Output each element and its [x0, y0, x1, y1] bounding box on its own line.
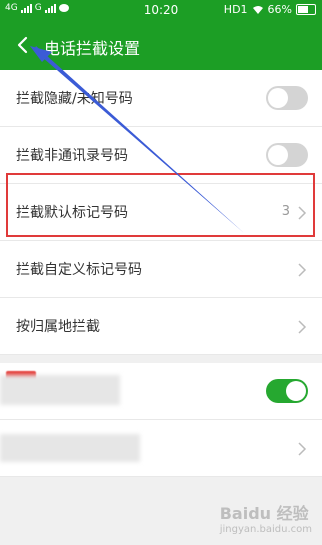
wifi-icon	[252, 5, 263, 14]
extra-settings-list	[0, 363, 322, 477]
setting-block-by-region[interactable]: 按归属地拦截	[0, 298, 322, 355]
setting-block-default-marked[interactable]: 拦截默认标记号码 3	[0, 184, 322, 241]
status-right: HD1 66%	[224, 3, 316, 16]
chevron-right-icon	[298, 320, 307, 334]
title-bar: 电话拦截设置	[0, 20, 322, 70]
setting-label: 按归属地拦截	[16, 319, 100, 335]
setting-label: 拦截隐藏/未知号码	[16, 91, 133, 107]
back-arrow-icon[interactable]	[8, 30, 38, 60]
chevron-right-icon	[298, 206, 307, 220]
page-title: 电话拦截设置	[44, 39, 141, 58]
toggle-switch-off[interactable]	[266, 86, 308, 110]
setting-block-non-contacts[interactable]: 拦截非通讯录号码	[0, 127, 322, 184]
setting-label: 拦截自定义标记号码	[16, 262, 142, 278]
toggle-switch-on[interactable]	[266, 379, 308, 403]
watermark-text: Baidu 经验	[219, 504, 309, 523]
blurred-label	[0, 375, 120, 405]
chevron-right-icon	[298, 442, 307, 456]
blurred-setting-row[interactable]	[0, 363, 322, 420]
marked-count: 3	[281, 204, 290, 219]
setting-block-custom-marked[interactable]: 拦截自定义标记号码	[0, 241, 322, 298]
watermark-subtext: jingyan.baidu.com	[219, 524, 312, 535]
watermark: Baidu 经验 jingyan.baidu.com	[220, 500, 312, 535]
blurred-label	[0, 434, 140, 462]
hd-label: HD1	[223, 3, 248, 16]
setting-label: 拦截非通讯录号码	[16, 148, 128, 164]
battery-percent: 66%	[267, 3, 292, 16]
battery-icon	[296, 4, 316, 15]
status-bar: 4G G 10:20 HD1 66%	[0, 0, 322, 20]
toggle-switch-off[interactable]	[266, 143, 308, 167]
chevron-right-icon	[298, 263, 307, 277]
blurred-setting-row-2[interactable]	[0, 420, 322, 477]
setting-block-hidden-unknown[interactable]: 拦截隐藏/未知号码	[0, 70, 322, 127]
setting-label: 拦截默认标记号码	[16, 205, 128, 221]
settings-list: 拦截隐藏/未知号码 拦截非通讯录号码 拦截默认标记号码 3 拦截自定义标记号码 …	[0, 70, 322, 355]
